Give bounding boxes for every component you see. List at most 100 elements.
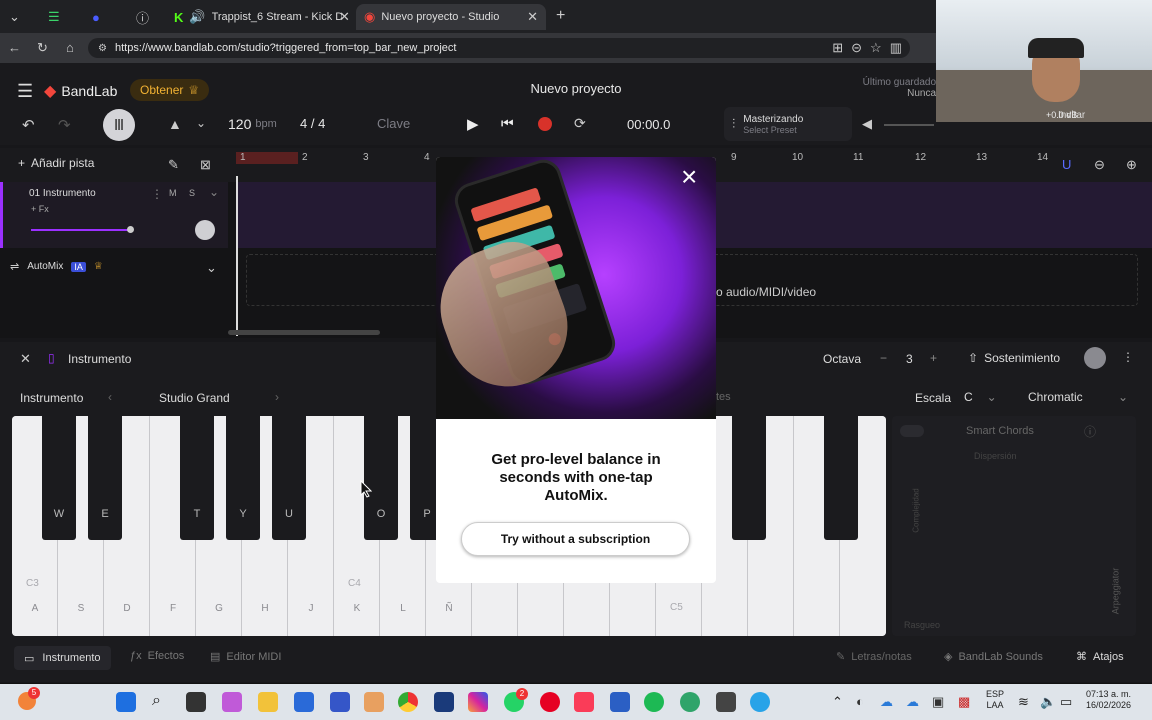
zoom-in-icon[interactable]: ⊕ [1126,157,1137,173]
tab-kick-stream[interactable]: K 🔊 Trappist_6 Stream - Kick Dash [166,4,352,30]
solo-button[interactable]: S [189,188,195,198]
key-button[interactable]: Clave [377,116,410,131]
info-icon[interactable]: ⓘ [1084,423,1096,440]
keyboard-mode-button[interactable] [1084,347,1106,369]
tray-icon[interactable]: ◐ [856,694,864,709]
chevron-down-icon[interactable]: ⌄ [209,185,219,199]
tab-close-icon[interactable]: ✕ [339,9,350,25]
black-key[interactable]: Y [226,416,260,540]
redo-icon[interactable]: ↷ [58,116,71,134]
address-bar[interactable]: ⚙ https://www.bandlab.com/studio?trigger… [88,38,910,58]
chevron-down-icon[interactable]: ⌄ [206,260,217,276]
tray-chevron-icon[interactable]: ⌃ [832,694,843,710]
tray-icon[interactable]: ▣ [932,694,944,710]
snap-grid-icon[interactable]: ⊠ [200,157,211,173]
bookmark-star-icon[interactable]: ☆ [870,40,882,56]
zoom-out-icon[interactable]: ⊖ [1094,157,1105,173]
back-icon[interactable]: ← [8,40,21,55]
clock[interactable]: 07:13 a. m. 16/02/2026 [1086,689,1131,711]
black-key[interactable]: O [364,416,398,540]
black-key[interactable] [824,416,858,540]
wifi-icon[interactable]: ≋ [1018,694,1029,710]
track-name[interactable]: 01 Instrumento [29,188,96,199]
black-key[interactable]: T [180,416,214,540]
app-icon[interactable] [364,692,384,712]
app-icon[interactable] [330,692,350,712]
try-without-subscription-button[interactable]: Try without a subscription [461,522,690,556]
browser-icon[interactable] [750,692,770,712]
octave-down-icon[interactable]: − [880,351,887,365]
add-fx-button[interactable]: + Fx [31,204,49,214]
language-indicator[interactable]: ESP LAA [986,689,1004,711]
track-volume-slider[interactable] [31,229,131,231]
close-panel-icon[interactable]: ✕ [20,351,31,367]
mute-button[interactable]: M [169,188,177,198]
tab-list-icon[interactable]: ⌄ [9,9,20,25]
bandlab-logo[interactable]: ◆ BandLab [44,81,117,101]
track-header-instrument[interactable]: 01 Instrumento + Fx ⋮ M S ⌄ [0,182,228,248]
master-volume-slider[interactable] [884,124,934,126]
pinterest-icon[interactable] [540,692,560,712]
collections-icon[interactable]: ▥ [890,40,902,56]
store-icon[interactable] [294,692,314,712]
tab-pinned-2[interactable]: ● [84,4,120,30]
tab-pinned-1[interactable]: ☰ [40,4,76,30]
add-track-button[interactable]: + Añadir pista [18,156,94,170]
automix-row[interactable]: ⇌ AutoMix IA ♕ [10,260,103,273]
pan-knob[interactable] [195,220,215,240]
black-key[interactable] [732,416,766,540]
chevron-down-icon[interactable]: ⌄ [196,116,206,130]
tempo-field[interactable]: 120 bpm [228,116,277,132]
shortcuts-button[interactable]: ⌘ Atajos [1076,650,1124,664]
lyrics-notes-button[interactable]: ✎ Letras/notas [836,650,912,664]
volume-handle[interactable] [127,226,134,233]
battery-icon[interactable]: ▭ [1060,694,1072,710]
tab-close-icon[interactable]: ✕ [527,9,538,25]
metronome-icon[interactable]: ▲ [168,116,182,132]
record-button[interactable] [538,117,552,131]
hamburger-menu-icon[interactable]: ☰ [17,81,33,102]
new-tab-icon[interactable]: + [556,7,565,25]
get-button[interactable]: Obtener ♕ [130,79,210,101]
start-icon[interactable] [116,692,136,712]
magnet-icon[interactable]: U [1062,157,1071,172]
skip-back-icon[interactable]: ⏮ [501,115,514,132]
loop-icon[interactable]: ⟳ [574,115,586,132]
chevron-left-icon[interactable]: ‹ [108,390,112,404]
reload-icon[interactable]: ↻ [37,40,48,56]
close-modal-button[interactable]: × [681,163,697,191]
tray-icon[interactable]: ▩ [958,694,970,710]
master-speaker-icon[interactable]: ◀ [862,116,872,132]
onedrive-icon[interactable]: ☁ [880,694,893,710]
disney-plus-icon[interactable] [434,692,454,712]
tab-effects[interactable]: ƒx Efectos [130,650,184,662]
instagram-icon[interactable] [468,692,488,712]
black-key[interactable]: E [88,416,122,540]
track-lane[interactable] [716,182,1152,248]
pencil-tool-icon[interactable]: ✎ [168,157,179,173]
chevron-right-icon[interactable]: › [275,390,279,404]
task-view-icon[interactable] [186,692,206,712]
outlook-icon[interactable] [610,692,630,712]
invite-button[interactable]: Invitar [1058,110,1085,121]
file-explorer-icon[interactable] [258,692,278,712]
site-info-icon[interactable]: ⚙ [98,43,107,54]
spotify-icon[interactable] [644,692,664,712]
scale-type-select[interactable]: Chromatic ⌄ [1020,386,1136,408]
play-icon[interactable]: ▶ [467,115,479,133]
search-icon[interactable]: ⌕ [152,692,161,710]
home-icon[interactable]: ⌂ [66,40,74,55]
app-icon[interactable] [716,692,736,712]
tab-instrument[interactable]: ▭ Instrumento [14,646,111,670]
music-icon[interactable] [574,692,594,712]
extension-icon[interactable]: ⊝ [851,40,862,56]
cloud-icon[interactable]: ☁ [906,694,919,710]
horizontal-scrollbar[interactable] [228,330,380,335]
track-lane[interactable] [236,182,436,248]
bandlab-sounds-button[interactable]: ◈ BandLab Sounds [944,650,1043,664]
black-key[interactable]: U [272,416,306,540]
tab-bandlab-studio[interactable]: ◉ Nuevo proyecto - Studio ✕ [356,4,546,30]
copilot-icon[interactable] [222,692,242,712]
undo-icon[interactable]: ↶ [22,116,35,134]
time-signature[interactable]: 4 / 4 [300,116,325,131]
